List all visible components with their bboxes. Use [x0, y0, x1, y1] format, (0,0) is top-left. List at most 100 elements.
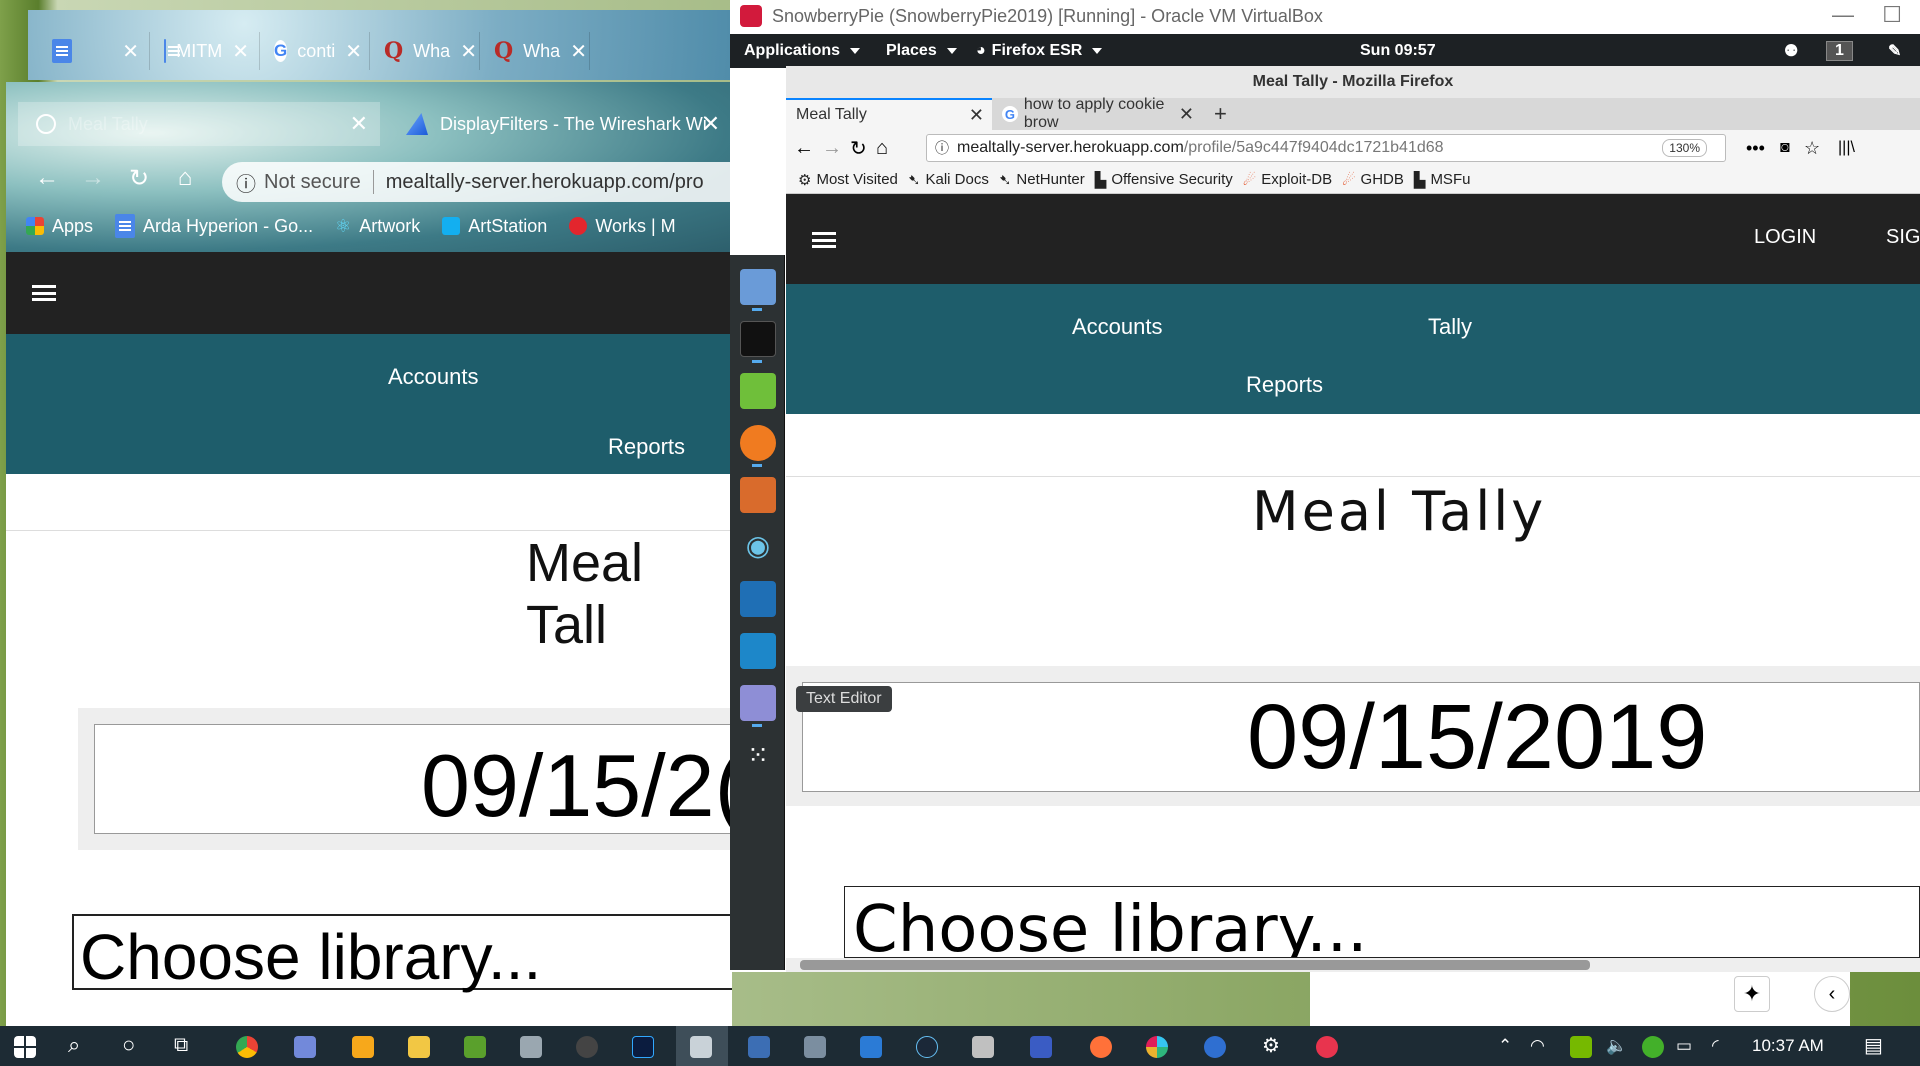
folder-icon[interactable]: [408, 1036, 430, 1058]
forward-arrow-icon[interactable]: →: [822, 137, 842, 160]
menu-places[interactable]: Places: [886, 42, 957, 60]
chrome-icon[interactable]: [236, 1036, 258, 1058]
task-view-icon[interactable]: ⧉: [174, 1034, 188, 1057]
text-editor-icon[interactable]: [740, 685, 776, 721]
notifications-icon[interactable]: ▤: [1864, 1033, 1883, 1058]
metasploit-icon[interactable]: [740, 581, 776, 617]
steam-icon[interactable]: [916, 1036, 938, 1058]
close-icon[interactable]: ✕: [122, 39, 139, 64]
virtualbox-app-icon[interactable]: [804, 1036, 826, 1058]
search-icon[interactable]: ⌕: [68, 1032, 80, 1058]
horizontal-scrollbar[interactable]: [786, 958, 1920, 972]
bm-msfu[interactable]: ▙ MSFu: [1414, 171, 1471, 189]
app-grid-icon[interactable]: ⁙: [740, 737, 776, 773]
close-icon[interactable]: ✕: [1179, 104, 1194, 125]
bm-exploit-db[interactable]: ☄ Exploit-DB: [1243, 171, 1332, 189]
clock[interactable]: Sun 09:57: [1360, 42, 1436, 60]
cube-icon[interactable]: [972, 1036, 994, 1058]
library-icon[interactable]: |||\: [1838, 139, 1855, 157]
close-icon[interactable]: ✕: [350, 111, 368, 137]
close-icon[interactable]: ✕: [702, 111, 720, 137]
star-icon[interactable]: ☆: [1804, 138, 1820, 159]
chevron-up-icon[interactable]: ⌃: [1498, 1036, 1512, 1056]
menu-firefox-esr[interactable]: ◕ Firefox ESR: [976, 42, 1103, 60]
ff-tab-cookie[interactable]: G how to apply cookie brow ✕: [992, 96, 1202, 131]
hamburger-icon[interactable]: [32, 285, 56, 301]
editor-icon[interactable]: [860, 1036, 882, 1058]
nav-reports[interactable]: Reports: [1246, 372, 1323, 398]
bookmark-artstation[interactable]: ArtStation: [442, 216, 547, 237]
scrollbar-thumb[interactable]: [800, 960, 1590, 970]
tray-green-icon[interactable]: [1642, 1036, 1664, 1058]
library-select[interactable]: Choose library...: [844, 886, 1920, 958]
nav-accounts[interactable]: Accounts: [1072, 314, 1163, 340]
firefox-icon[interactable]: [740, 425, 776, 461]
terminal-icon[interactable]: [740, 321, 776, 357]
pen-icon[interactable]: ✎: [1888, 41, 1901, 61]
slack-icon[interactable]: [1146, 1036, 1168, 1058]
date-field[interactable]: 09/15/2019: [802, 682, 1920, 792]
back-tab-5[interactable]: Q Wha ✕: [480, 32, 590, 70]
bm-most-visited[interactable]: ⚙ Most Visited: [798, 171, 898, 189]
bm-offensive-security[interactable]: ▙ Offensive Security: [1095, 171, 1233, 189]
battery-icon[interactable]: ▭: [1676, 1036, 1692, 1056]
chevron-left-icon[interactable]: ‹: [1814, 976, 1850, 1012]
clock-time[interactable]: 10:37 AM: [1752, 1036, 1824, 1056]
ff-tab-meal-tally[interactable]: Meal Tally ✕: [786, 98, 992, 130]
library-select[interactable]: Choose library...: [72, 914, 732, 993]
address-bar[interactable]: ⓘ Not secure mealtally-server.herokuapp.…: [222, 162, 732, 202]
photos-app-icon[interactable]: [690, 1036, 712, 1058]
nvidia-icon[interactable]: [1570, 1036, 1592, 1058]
discord-icon[interactable]: [294, 1036, 316, 1058]
forward-arrow-icon[interactable]: →: [70, 155, 116, 201]
date-field[interactable]: 09/15/2(: [94, 724, 732, 835]
nav-tally[interactable]: Tally: [1428, 314, 1472, 340]
tray-app-icon[interactable]: ◠: [1530, 1036, 1545, 1056]
edge-icon[interactable]: [1204, 1036, 1226, 1058]
home-icon[interactable]: ⌂: [876, 137, 888, 160]
network-app-icon[interactable]: [1030, 1036, 1052, 1058]
zoom-badge[interactable]: 130%: [1662, 139, 1707, 157]
gear-icon[interactable]: ⚙: [1262, 1033, 1280, 1058]
home-icon[interactable]: ⌂: [162, 155, 208, 201]
volume-icon[interactable]: 🔈: [1606, 1036, 1627, 1056]
hamburger-icon[interactable]: [812, 232, 836, 248]
signup-button[interactable]: SIGN: [1886, 226, 1920, 249]
close-icon[interactable]: ✕: [460, 39, 477, 64]
reload-icon[interactable]: ↻: [116, 155, 162, 201]
back-tab-4[interactable]: Q Wha ✕: [370, 32, 480, 70]
sparkle-icon[interactable]: ✦: [1734, 976, 1770, 1012]
photos-icon[interactable]: [520, 1036, 542, 1058]
notes-icon[interactable]: [740, 373, 776, 409]
wifi-icon[interactable]: ◜: [1712, 1036, 1719, 1056]
maximize-icon[interactable]: ☐: [1882, 2, 1902, 28]
photoshop-icon[interactable]: [632, 1036, 654, 1058]
new-tab-button[interactable]: +: [1204, 98, 1234, 130]
back-tab-2[interactable]: MITM ✕: [150, 32, 260, 70]
burpsuite-icon[interactable]: [740, 477, 776, 513]
bookmark-arda[interactable]: Arda Hyperion - Go...: [115, 214, 313, 238]
eye-icon[interactable]: ◉: [740, 529, 776, 565]
wireshark-icon[interactable]: [740, 633, 776, 669]
workspace-indicator[interactable]: 1: [1826, 41, 1853, 61]
bookmark-artwork[interactable]: ⚛ Artwork: [335, 216, 420, 237]
cortana-icon[interactable]: ○: [122, 1032, 135, 1058]
close-icon[interactable]: ✕: [345, 39, 362, 64]
tab-meal-tally[interactable]: Meal Tally ✕: [18, 102, 380, 146]
back-arrow-icon[interactable]: ←: [794, 137, 814, 160]
bm-ghdb[interactable]: ☄ GHDB: [1342, 171, 1404, 189]
minimize-icon[interactable]: —: [1832, 2, 1854, 28]
people-icon[interactable]: ⚉: [1784, 41, 1798, 61]
back-tab-1[interactable]: ✕: [38, 32, 150, 70]
login-button[interactable]: LOGIN: [1754, 226, 1816, 249]
bm-nethunter[interactable]: ➷ NetHunter: [999, 171, 1085, 189]
more-icon[interactable]: •••: [1746, 138, 1765, 159]
bookmark-works[interactable]: Works | M: [569, 216, 676, 237]
back-arrow-icon[interactable]: ←: [24, 155, 70, 201]
kdiff-icon[interactable]: [464, 1036, 486, 1058]
screenshot-tool-icon[interactable]: [1316, 1036, 1338, 1058]
back-tab-3[interactable]: G conti ✕: [260, 32, 370, 70]
firefox-icon[interactable]: [1090, 1036, 1112, 1058]
close-icon[interactable]: ✕: [570, 39, 587, 64]
ff-address-bar[interactable]: ⓘ mealtally-server.herokuapp.com/profile…: [926, 134, 1726, 162]
